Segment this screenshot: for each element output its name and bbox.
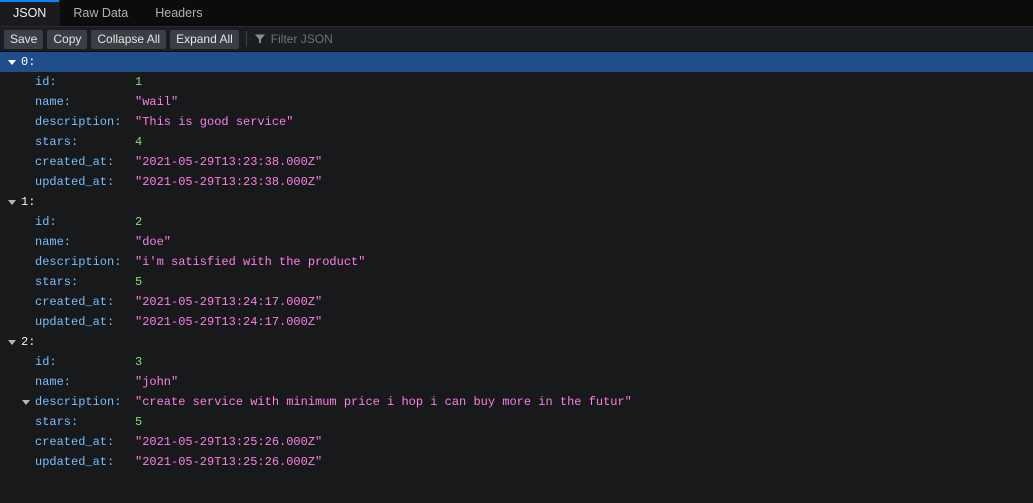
devtools-tab-bar: JSON Raw Data Headers [0,0,1033,27]
json-property-row[interactable]: id: 3 [0,352,1033,372]
json-property-row[interactable]: name: "wail" [0,92,1033,112]
json-tree-panel[interactable]: 0: id: 1 name: "wail" description: "This is go… [0,52,1033,503]
json-key: 0: [21,55,36,69]
json-value-number: 3 [135,355,143,369]
save-button[interactable]: Save [4,29,44,49]
json-array-item-row[interactable]: 0: [0,52,1033,72]
tab-label: Raw Data [73,6,129,20]
json-property-row[interactable]: updated_at: "2021-05-29T13:25:26.000Z" [0,452,1033,472]
json-property-row[interactable]: stars: 5 [0,412,1033,432]
json-key: name: [35,375,72,389]
json-value-number: 2 [135,215,143,229]
json-property-row[interactable]: created_at: "2021-05-29T13:23:38.000Z" [0,152,1033,172]
json-value-string: "2021-05-29T13:24:17.000Z" [135,315,323,329]
tab-json[interactable]: JSON [0,0,61,26]
chevron-down-icon[interactable] [8,60,16,65]
json-property-row[interactable]: created_at: "2021-05-29T13:25:26.000Z" [0,432,1033,452]
json-key: updated_at: [35,315,115,329]
json-key: stars: [35,415,79,429]
json-key: stars: [35,275,79,289]
tab-headers[interactable]: Headers [142,0,216,26]
json-value-string: "doe" [135,235,172,249]
json-property-row[interactable]: id: 2 [0,212,1033,232]
json-value-number: 5 [135,275,143,289]
json-property-row[interactable]: updated_at: "2021-05-29T13:23:38.000Z" [0,172,1033,192]
json-key: name: [35,95,72,109]
json-value-string: "2021-05-29T13:25:26.000Z" [135,455,323,469]
json-property-row[interactable]: description: "This is good service" [0,112,1033,132]
json-value-string: "wail" [135,95,179,109]
json-key: description: [35,115,122,129]
json-value-string: "create service with minimum price i hop… [135,395,632,409]
json-key: stars: [35,135,79,149]
json-value-number: 1 [135,75,143,89]
collapse-all-button[interactable]: Collapse All [91,29,167,49]
tab-raw-data[interactable]: Raw Data [60,0,142,26]
json-value-string: "john" [135,375,179,389]
filter-funnel-icon [254,34,265,44]
json-property-row[interactable]: description: "create service with minimum… [0,392,1033,412]
json-value-string: "2021-05-29T13:23:38.000Z" [135,175,323,189]
json-property-row[interactable]: updated_at: "2021-05-29T13:24:17.000Z" [0,312,1033,332]
json-key: description: [35,255,122,269]
json-key: id: [35,355,57,369]
copy-button[interactable]: Copy [47,29,88,49]
json-key: 2: [21,335,36,349]
tab-label: Headers [155,6,203,20]
json-viewer-toolbar: Save Copy Collapse All Expand All [0,27,1033,52]
json-property-row[interactable]: stars: 4 [0,132,1033,152]
filter-json-field[interactable] [251,29,1031,50]
json-key: 1: [21,195,36,209]
json-property-row[interactable]: description: "i'm satisfied with the prod… [0,252,1033,272]
expand-all-button[interactable]: Expand All [170,29,239,49]
chevron-down-icon[interactable] [22,400,30,405]
json-value-string: "2021-05-29T13:25:26.000Z" [135,435,323,449]
chevron-down-icon[interactable] [8,340,16,345]
json-property-row[interactable]: name: "doe" [0,232,1033,252]
json-key: updated_at: [35,175,115,189]
filter-json-input[interactable] [270,29,1028,49]
json-key: created_at: [35,435,115,449]
json-key: created_at: [35,295,115,309]
chevron-down-icon[interactable] [8,200,16,205]
json-property-row[interactable]: created_at: "2021-05-29T13:24:17.000Z" [0,292,1033,312]
json-value-number: 5 [135,415,143,429]
json-property-row[interactable]: stars: 5 [0,272,1033,292]
json-key: id: [35,215,57,229]
json-value-string: "This is good service" [135,115,294,129]
json-key: name: [35,235,72,249]
json-property-row[interactable]: id: 1 [0,72,1033,92]
json-key: updated_at: [35,455,115,469]
json-value-number: 4 [135,135,143,149]
json-key: id: [35,75,57,89]
json-array-item-row[interactable]: 2: [0,332,1033,352]
json-value-string: "2021-05-29T13:23:38.000Z" [135,155,323,169]
json-value-string: "i'm satisfied with the product" [135,255,366,269]
toolbar-divider [245,31,247,47]
json-key: description: [35,395,122,409]
tab-label: JSON [13,6,47,20]
json-value-string: "2021-05-29T13:24:17.000Z" [135,295,323,309]
json-key: created_at: [35,155,115,169]
json-property-row[interactable]: name: "john" [0,372,1033,392]
json-array-item-row[interactable]: 1: [0,192,1033,212]
